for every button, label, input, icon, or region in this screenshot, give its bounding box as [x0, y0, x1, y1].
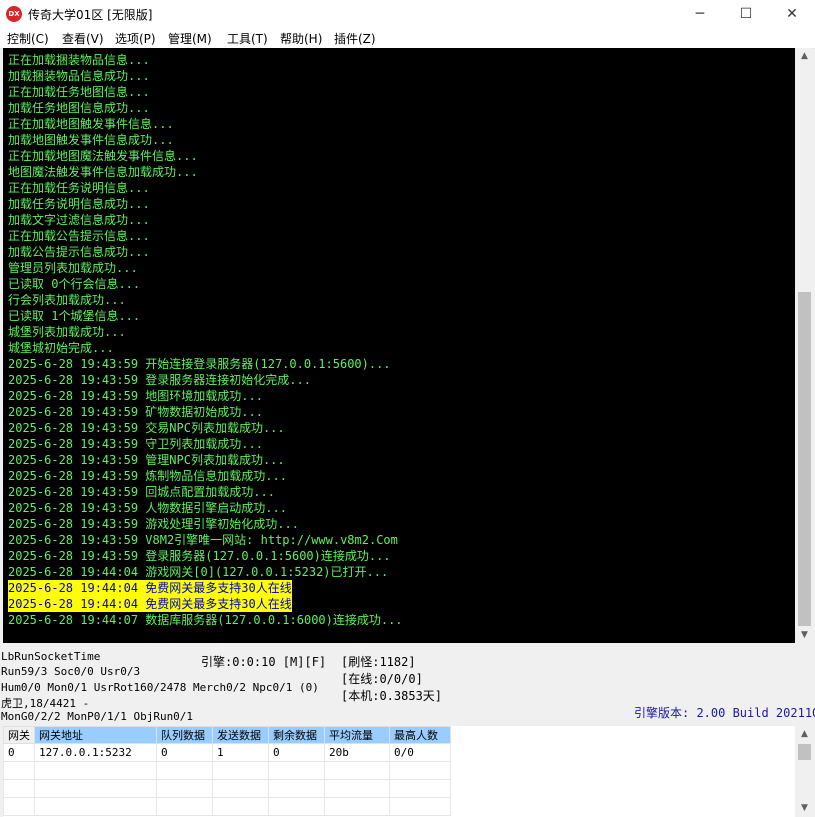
- app-logo-icon: DX: [6, 6, 22, 22]
- log-line-highlighted: 2025-6-28 19:44:04 免费网关最多支持30人在线: [8, 580, 292, 596]
- menu-bar: 控制(C) 查看(V) 选项(P) 管理(M) 工具(T) 帮助(H) 插件(Z…: [0, 28, 815, 49]
- table-scroll-up-arrow-icon[interactable]: ▲: [796, 726, 813, 742]
- cell-remaining: 0: [268, 743, 325, 762]
- log-line: 2025-6-28 19:43:59 地图环境加载成功...: [8, 389, 263, 403]
- log-line: 2025-6-28 19:44:07 数据库服务器(127.0.0.1:6000…: [8, 613, 403, 627]
- mon-gen-stats: MonG0/2/2 MonP0/1/1 ObjRun0/1: [1, 710, 194, 723]
- title-bar: DX 传奇大学01区 [无限版] ─ ☐ ✕: [0, 0, 815, 28]
- status-panel: LbRunSocketTime Run59/3 Soc0/0 Usr0/3 引擎…: [0, 645, 815, 725]
- log-line: 2025-6-28 19:43:59 交易NPC列表加载成功...: [8, 421, 285, 435]
- local-uptime: [本机:0.3853天]: [341, 689, 443, 703]
- col-average-traffic[interactable]: 平均流量: [324, 726, 390, 744]
- log-line: 2025-6-28 19:43:59 人物数据引擎启动成功...: [8, 501, 287, 515]
- log-line: 正在加载地图魔法触发事件信息...: [8, 149, 198, 163]
- cell-gateway: 0: [3, 743, 35, 762]
- log-line: 行会列表加载成功...: [8, 293, 126, 307]
- log-line: 2025-6-28 19:43:59 回城点配置加载成功...: [8, 485, 275, 499]
- table-header-row: 网关 网关地址 队列数据 发送数据 剩余数据 平均流量 最高人数: [3, 726, 451, 744]
- log-line: 管理员列表加载成功...: [8, 261, 138, 275]
- log-line: 2025-6-28 19:44:04 游戏网关[0](127.0.0.1:523…: [8, 565, 389, 579]
- cell-max-users: 0/0: [389, 743, 451, 762]
- cell-queue: 0: [156, 743, 213, 762]
- log-line: 加载任务说明信息成功...: [8, 197, 150, 211]
- online-count: [在线:0/0/0]: [341, 672, 423, 686]
- col-max-users[interactable]: 最高人数: [389, 726, 451, 744]
- console-scrollbar[interactable]: ▲ ▼: [796, 48, 813, 643]
- menu-manage[interactable]: 管理(M): [168, 30, 212, 47]
- engine-timer: 引擎:0:0:10 [M][F]: [201, 655, 327, 669]
- refresh-count: [刷怪:1182]: [341, 655, 416, 669]
- log-line: 2025-6-28 19:43:59 登录服务器连接初始化完成...: [8, 373, 311, 387]
- log-line: 已读取 1个城堡信息...: [8, 309, 141, 323]
- table-row: [3, 761, 451, 780]
- table-row: [3, 797, 451, 816]
- log-line: 2025-6-28 19:43:59 炼制物品信息加载成功...: [8, 469, 287, 483]
- scroll-down-arrow-icon[interactable]: ▼: [796, 627, 813, 643]
- cell-sent: 1: [212, 743, 269, 762]
- log-line: 城堡列表加载成功...: [8, 325, 126, 339]
- col-gateway[interactable]: 网关: [3, 726, 35, 744]
- minimize-button[interactable]: ─: [677, 0, 723, 28]
- log-line: 地图魔法触发事件信息加载成功...: [8, 165, 198, 179]
- hum-mon-stats: Hum0/0 Mon0/1 UsrRot160/2478 Merch0/2 Np…: [1, 681, 319, 694]
- engine-version: 引擎版本: 2.00 Build 20211009: [634, 706, 815, 720]
- run-socket-time: LbRunSocketTime: [1, 650, 101, 663]
- scroll-up-arrow-icon[interactable]: ▲: [796, 48, 813, 64]
- guard-stats: 虎卫,18/4421 -: [1, 697, 90, 710]
- table-scroll-thumb[interactable]: [798, 744, 811, 760]
- close-button[interactable]: ✕: [769, 0, 815, 28]
- log-line: 加载文字过滤信息成功...: [8, 213, 150, 227]
- table-scroll-down-arrow-icon[interactable]: ▼: [796, 800, 813, 816]
- log-line: 加载地图触发事件信息成功...: [8, 133, 174, 147]
- cell-traffic: 20b: [324, 743, 390, 762]
- col-gateway-address[interactable]: 网关地址: [34, 726, 157, 744]
- col-queue-data[interactable]: 队列数据: [156, 726, 213, 744]
- menu-control[interactable]: 控制(C): [7, 30, 49, 47]
- gateway-table-panel: 网关 网关地址 队列数据 发送数据 剩余数据 平均流量 最高人数 0 127.0…: [3, 726, 795, 817]
- log-line: 2025-6-28 19:43:59 登录服务器(127.0.0.1:5600)…: [8, 549, 391, 563]
- log-line: 城堡城初始完成...: [8, 341, 114, 355]
- maximize-button[interactable]: ☐: [723, 0, 769, 28]
- log-line: 正在加载地图触发事件信息...: [8, 117, 174, 131]
- log-line: 正在加载任务地图信息...: [8, 85, 150, 99]
- log-line: 2025-6-28 19:43:59 管理NPC列表加载成功...: [8, 453, 285, 467]
- table-row[interactable]: 0 127.0.0.1:5232 0 1 0 20b 0/0: [3, 743, 451, 762]
- table-scrollbar[interactable]: ▲ ▼: [796, 726, 813, 817]
- log-line: 已读取 0个行会信息...: [8, 277, 141, 291]
- run-counts: Run59/3 Soc0/0 Usr0/3: [1, 665, 141, 678]
- log-line: 2025-6-28 19:43:59 守卫列表加载成功...: [8, 437, 263, 451]
- log-line: 2025-6-28 19:43:59 游戏处理引擎初始化成功...: [8, 517, 299, 531]
- log-line: 正在加载捆装物品信息...: [8, 53, 150, 67]
- window-title: 传奇大学01区 [无限版]: [28, 8, 153, 22]
- log-line: 加载捆装物品信息成功...: [8, 69, 150, 83]
- log-line: 2025-6-28 19:43:59 开始连接登录服务器(127.0.0.1:5…: [8, 357, 391, 371]
- menu-plugins[interactable]: 插件(Z): [334, 30, 376, 47]
- menu-tools[interactable]: 工具(T): [227, 30, 268, 47]
- col-sent-data[interactable]: 发送数据: [212, 726, 269, 744]
- table-row: [3, 779, 451, 798]
- log-console[interactable]: 正在加载捆装物品信息... 加载捆装物品信息成功... 正在加载任务地图信息... 加…: [3, 48, 795, 643]
- log-line: 加载公告提示信息成功...: [8, 245, 150, 259]
- log-line: 正在加载任务说明信息...: [8, 181, 150, 195]
- log-line: 2025-6-28 19:43:59 V8M2引擎唯一网站: http://ww…: [8, 533, 398, 547]
- menu-view[interactable]: 查看(V): [62, 30, 104, 47]
- cell-address: 127.0.0.1:5232: [34, 743, 157, 762]
- log-line-highlighted: 2025-6-28 19:44:04 免费网关最多支持30人在线: [8, 596, 292, 612]
- log-line: 加载任务地图信息成功...: [8, 101, 150, 115]
- col-remaining-data[interactable]: 剩余数据: [268, 726, 325, 744]
- log-line: 正在加载公告提示信息...: [8, 229, 150, 243]
- log-line: 2025-6-28 19:43:59 矿物数据初始成功...: [8, 405, 263, 419]
- scroll-thumb[interactable]: [798, 292, 811, 626]
- menu-help[interactable]: 帮助(H): [280, 30, 322, 47]
- menu-options[interactable]: 选项(P): [115, 30, 156, 47]
- gateway-table: 网关 网关地址 队列数据 发送数据 剩余数据 平均流量 最高人数 0 127.0…: [3, 726, 451, 816]
